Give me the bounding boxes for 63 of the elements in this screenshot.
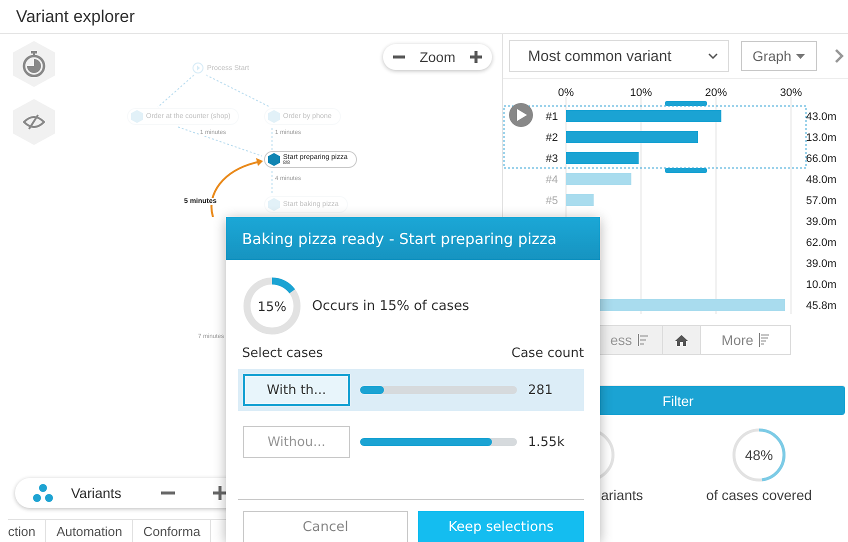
case-filter-button[interactable]: Withou... bbox=[243, 426, 350, 458]
case-filter-button[interactable]: With th... bbox=[243, 374, 350, 406]
stat-label: of cases covered bbox=[706, 487, 812, 503]
hexagon-icon bbox=[268, 153, 280, 166]
play-icon bbox=[192, 62, 204, 74]
duration-label: 62.0m bbox=[806, 237, 837, 249]
duration-label: 13.0m bbox=[806, 132, 837, 144]
variant-rank-label: #4 bbox=[546, 174, 558, 186]
stat-label: ariants bbox=[600, 487, 643, 503]
axis-tick-label: 20% bbox=[704, 87, 728, 99]
variant-rank-label: #1 bbox=[546, 111, 558, 123]
zoom-label: Zoom bbox=[420, 49, 456, 65]
range-handle[interactable] bbox=[665, 168, 707, 173]
home-button[interactable] bbox=[663, 325, 701, 355]
home-icon bbox=[675, 334, 688, 346]
duration-label: 39.0m bbox=[806, 216, 837, 228]
caret-icon bbox=[796, 54, 806, 58]
occurrence-text: Occurs in 15% of cases bbox=[312, 298, 470, 314]
variant-rank-label: #3 bbox=[546, 153, 558, 165]
hexagon-icon bbox=[131, 110, 143, 123]
show-more-button[interactable]: More bbox=[701, 325, 791, 355]
network-icon bbox=[33, 484, 53, 502]
variant-dropdown[interactable]: Most common variant bbox=[509, 40, 729, 72]
duration-label: 48.0m bbox=[806, 174, 837, 186]
plus-icon bbox=[470, 51, 482, 63]
cancel-button[interactable]: Cancel bbox=[243, 511, 408, 542]
keep-selections-button[interactable]: Keep selections bbox=[418, 511, 584, 542]
eye-slash-icon bbox=[23, 114, 45, 130]
duration-label: 10.0m bbox=[806, 279, 837, 291]
duration-label: 43.0m bbox=[806, 111, 837, 123]
dialog-title: Baking pizza ready - Start preparing pizza bbox=[242, 230, 557, 248]
percent-reading: 48% bbox=[744, 447, 774, 463]
duration-label: 57.0m bbox=[806, 195, 837, 207]
duration-label: 39.0m bbox=[806, 258, 837, 270]
lines-icon bbox=[759, 333, 770, 347]
variant-rank-label: #5 bbox=[546, 195, 558, 207]
bottom-tab[interactable]: ction bbox=[8, 520, 46, 542]
view-button[interactable]: Graph bbox=[741, 41, 817, 71]
duration-label: 45.8m bbox=[806, 300, 837, 312]
duration-label: 66.0m bbox=[806, 153, 837, 165]
case-option-row[interactable]: With th... 281 bbox=[238, 369, 584, 411]
axis-tick-label: 0% bbox=[558, 87, 574, 99]
variant-rank-label: #2 bbox=[546, 132, 558, 144]
edge-line bbox=[206, 74, 270, 108]
axis-tick-label: 10% bbox=[630, 87, 652, 99]
variants-label: Variants bbox=[71, 485, 122, 501]
edge-line bbox=[158, 74, 194, 108]
chevron-right-icon[interactable] bbox=[835, 49, 844, 63]
range-handle[interactable] bbox=[665, 101, 707, 106]
window-title: Variant explorer bbox=[16, 6, 135, 26]
case-option-row[interactable]: Withou... 1.55k bbox=[238, 421, 584, 463]
chevron-down-icon bbox=[708, 53, 718, 59]
case-count: 281 bbox=[528, 382, 553, 398]
axis-tick-label: 30% bbox=[780, 87, 802, 99]
column-label: Select cases bbox=[242, 346, 323, 361]
percent-reading: 15% bbox=[258, 300, 286, 315]
zoom-in-button[interactable] bbox=[468, 49, 484, 65]
hexagon-icon bbox=[268, 110, 280, 123]
case-count: 1.55k bbox=[528, 434, 564, 450]
play-button[interactable] bbox=[509, 103, 533, 127]
hexagon-icon bbox=[268, 198, 280, 211]
stopwatch-icon bbox=[22, 51, 46, 77]
lines-icon bbox=[638, 334, 648, 346]
